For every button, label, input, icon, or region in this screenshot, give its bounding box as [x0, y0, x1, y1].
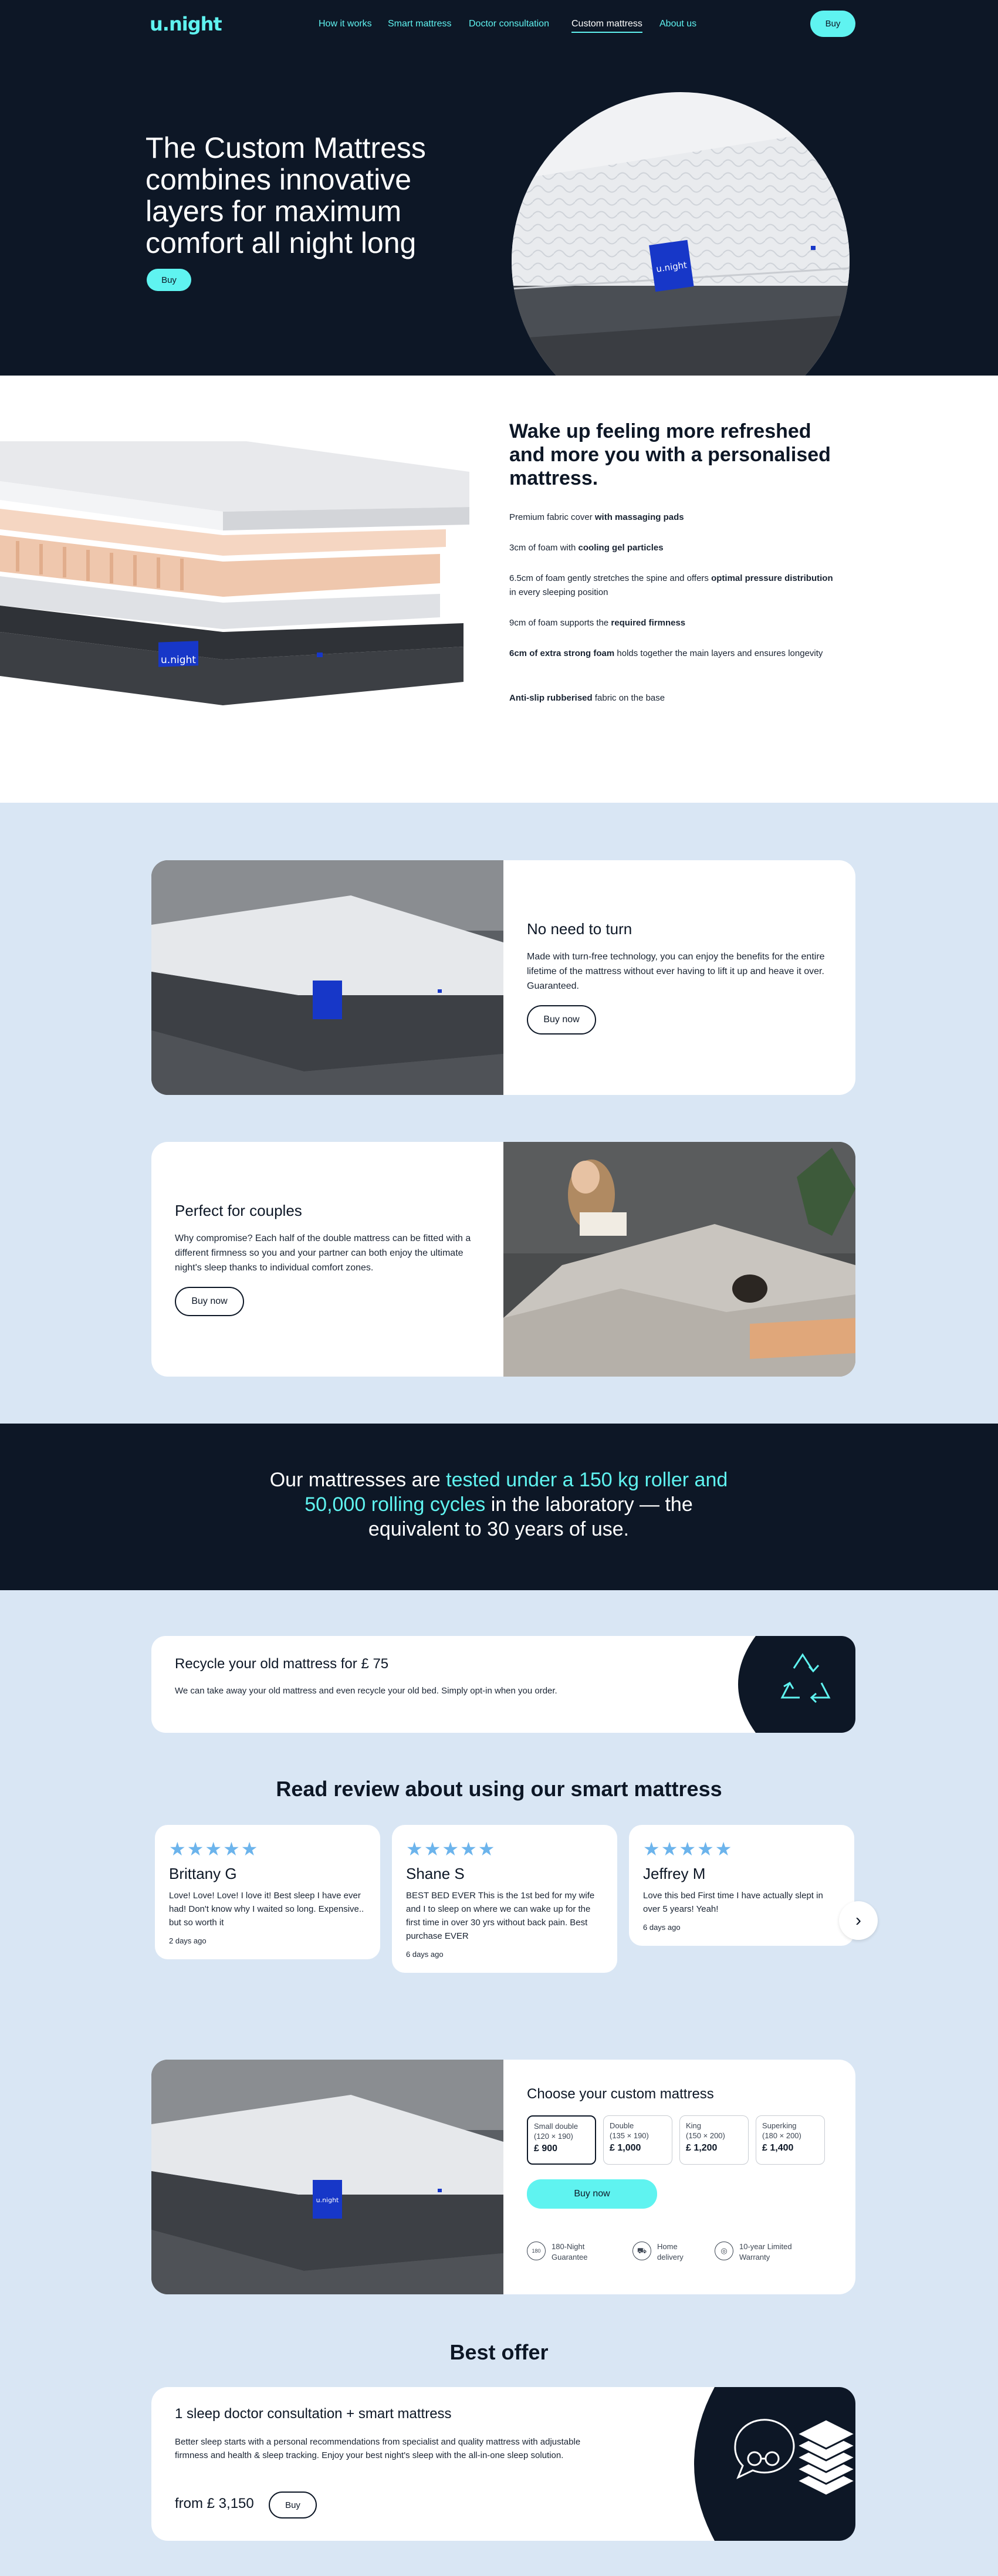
offer-title: 1 sleep doctor consultation + smart matt… [175, 2406, 452, 2422]
nav-smart-mattress[interactable]: Smart mattress [388, 19, 451, 29]
choose-title: Choose your custom mattress [527, 2086, 714, 2102]
header-buy-button[interactable]: Buy [810, 11, 855, 37]
offer-price: from £ 3,150 [175, 2496, 254, 2511]
review-text: Love this bed First time I have actually… [643, 1891, 823, 1914]
feature-text: Made with turn-free technology, you can … [527, 952, 825, 991]
reviews-heading: Read review about using our smart mattre… [276, 1777, 722, 1801]
feature-card-no-turn: No need to turn Made with turn-free tech… [151, 860, 855, 1095]
star-rating: ★★★★★ [169, 1838, 259, 1860]
couple-in-bed-image [503, 1142, 855, 1377]
reviews-next-button[interactable]: › [839, 1901, 878, 1940]
review-card: ★★★★★ Jeffrey M Love this bed First time… [629, 1825, 854, 1946]
durability-banner: Our mattresses are tested under a 150 kg… [0, 1424, 998, 1590]
hero-section: u.night How it works Smart mattress Doct… [0, 0, 998, 376]
hero-title: The Custom Mattress combines innovative … [146, 131, 426, 259]
lower-section: Recycle your old mattress for £ 75 We ca… [0, 1590, 998, 2576]
reviewer-name: Jeffrey M [643, 1865, 706, 1882]
hero-buy-button[interactable]: Buy [147, 269, 191, 291]
nav-custom-mattress[interactable]: Custom mattress [571, 19, 642, 33]
offer-buy-button[interactable]: Buy [269, 2492, 317, 2518]
feature-text: Why compromise? Each half of the double … [175, 1233, 471, 1273]
guarantee-180-night: 180 180-Night Guarantee [527, 2242, 587, 2263]
mattress-stack-icon [794, 2418, 855, 2497]
layer-item: 6cm of extra strong foam holds together … [509, 648, 823, 658]
recycle-card: Recycle your old mattress for £ 75 We ca… [151, 1636, 855, 1733]
review-text: Love! Love! Love! I love it! Best sleep … [169, 1891, 364, 1928]
reviewer-name: Shane S [406, 1865, 465, 1882]
review-card: ★★★★★ Shane S BEST BED EVER This is the … [392, 1825, 617, 1973]
consultation-illustration [679, 2387, 855, 2541]
recycle-icon [720, 1636, 855, 1733]
best-offer-card: 1 sleep doctor consultation + smart matt… [151, 2387, 855, 2541]
review-card: ★★★★★ Brittany G Love! Love! Love! I lov… [155, 1825, 380, 1959]
chevron-right-icon: › [855, 1911, 861, 1930]
brand-tag: u.night [649, 239, 694, 292]
choose-mattress-card: u.night Choose your custom mattress Smal… [151, 2060, 855, 2294]
nav-about-us[interactable]: About us [659, 19, 696, 29]
mattress-on-bed-image [151, 860, 503, 1095]
feature-card-couples: Perfect for couples Why compromise? Each… [151, 1142, 855, 1377]
size-option-king[interactable]: King (150 × 200) £ 1,200 [679, 2115, 749, 2165]
nav-how-it-works[interactable]: How it works [319, 19, 372, 29]
hero-mattress-image: u.night [512, 92, 850, 376]
recycle-title: Recycle your old mattress for £ 75 [175, 1656, 389, 1672]
guarantee-warranty: ◎ 10-year Limited Warranty [715, 2242, 792, 2263]
size-option-double[interactable]: Double (135 × 190) £ 1,000 [603, 2115, 672, 2165]
recycle-text: We can take away your old mattress and e… [175, 1686, 557, 1696]
reviewer-name: Brittany G [169, 1865, 237, 1882]
offer-text: Better sleep starts with a personal reco… [175, 2437, 581, 2460]
layers-heading: Wake up feeling more refreshed and more … [509, 420, 831, 489]
guarantee-home-delivery: ⛟ Home delivery [632, 2242, 684, 2263]
buy-now-button[interactable]: Buy now [175, 1287, 244, 1316]
features-section: No need to turn Made with turn-free tech… [0, 803, 998, 1424]
nav-doctor-consultation[interactable]: Doctor consultation [469, 19, 549, 29]
size-option-superking[interactable]: Superking (180 × 200) £ 1,400 [756, 2115, 825, 2165]
review-date: 2 days ago [169, 1936, 207, 1945]
buy-now-button[interactable]: Buy now [527, 1005, 596, 1035]
review-date: 6 days ago [643, 1923, 681, 1932]
layer-item: Anti-slip rubberised fabric on the base [509, 693, 665, 703]
180-night-icon: 180 [527, 2242, 546, 2260]
layers-tag-logo: u.night [161, 654, 196, 666]
layer-item: 6.5cm of foam gently stretches the spine… [509, 573, 833, 597]
layers-section: u.night Wake up feeling more refreshed a… [0, 376, 998, 803]
star-rating: ★★★★★ [643, 1838, 733, 1860]
choose-buy-now-button[interactable]: Buy now [527, 2179, 657, 2209]
star-rating: ★★★★★ [406, 1838, 496, 1860]
product-tag-logo: u.night [316, 2196, 339, 2204]
mattress-layers-image: u.night [0, 430, 469, 746]
review-text: BEST BED EVER This is the 1st bed for my… [406, 1891, 595, 1941]
delivery-truck-icon: ⛟ [632, 2242, 651, 2260]
durability-text: Our mattresses are tested under a 150 kg… [269, 1469, 728, 1540]
logo[interactable]: u.night [150, 13, 222, 35]
review-date: 6 days ago [406, 1950, 444, 1959]
mattress-product-image: u.night [151, 2060, 503, 2294]
layer-item: 3cm of foam with cooling gel particles [509, 543, 664, 553]
size-option-small-double[interactable]: Small double (120 × 190) £ 900 [527, 2115, 596, 2165]
best-offer-heading: Best offer [449, 2340, 549, 2364]
warranty-badge-icon: ◎ [715, 2242, 733, 2260]
layer-item: 9cm of foam supports the required firmne… [509, 618, 686, 628]
layer-item: Premium fabric cover with massaging pads [509, 512, 684, 522]
feature-title: No need to turn [527, 920, 632, 938]
feature-title: Perfect for couples [175, 1202, 302, 1219]
